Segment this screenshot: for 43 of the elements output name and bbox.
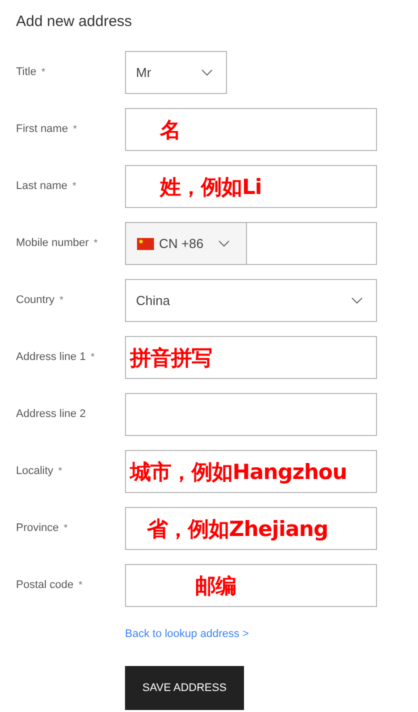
input-field[interactable] <box>125 393 377 436</box>
field-label: Country <box>16 293 55 308</box>
annotation-text: 邮编 <box>195 572 236 600</box>
field-label: Last name <box>16 179 68 194</box>
field-label: Address line 2 <box>16 407 86 422</box>
annotation-text: 省，例如Zhejiang <box>147 516 328 543</box>
field-label: Locality <box>16 464 54 480</box>
chevron-down-icon <box>351 297 363 304</box>
field-label: Postal code <box>16 578 74 594</box>
required-mark: * <box>72 123 77 137</box>
required-mark: * <box>64 522 68 536</box>
annotation-text: 城市，例如Hangzhou <box>130 458 347 486</box>
field-label: Title <box>16 65 36 80</box>
lookup-address-link[interactable]: Back to lookup address > <box>125 628 249 640</box>
field-label: Province <box>16 521 59 536</box>
required-mark: * <box>94 237 98 251</box>
form-heading: Add new address <box>16 12 133 32</box>
annotation-text: 名 <box>160 116 180 144</box>
required-mark: * <box>58 465 62 479</box>
annotation-text: 拼音拼写 <box>130 344 212 372</box>
required-mark: * <box>60 294 64 308</box>
chevron-down-icon <box>218 240 230 247</box>
required-mark: * <box>72 180 76 194</box>
save-address-button[interactable]: SAVE ADDRESS <box>125 666 244 710</box>
input-field[interactable]: 省，例如Zhejiang <box>125 507 377 550</box>
field-label: Mobile number <box>16 236 89 252</box>
required-mark: * <box>78 579 82 593</box>
input-field[interactable]: 姓，例如Li <box>125 165 377 208</box>
field-label: Address line 1 <box>16 350 86 366</box>
input-field[interactable]: 城市，例如Hangzhou <box>125 450 377 493</box>
annotation-text: 姓，例如Li <box>160 174 262 201</box>
input-field[interactable]: 邮编 <box>125 564 377 607</box>
field-label: First name <box>16 122 68 138</box>
flag-icon <box>137 238 154 250</box>
input-field[interactable]: 名 <box>125 108 377 151</box>
select-field[interactable]: Mr <box>125 51 227 94</box>
country-code-select[interactable]: CN +86 <box>125 222 247 265</box>
required-mark: * <box>41 66 46 80</box>
chevron-down-icon <box>201 69 213 76</box>
phone-input-field[interactable] <box>247 222 377 265</box>
select-field[interactable]: China <box>125 279 377 322</box>
input-field[interactable]: 拼音拼写 <box>125 336 377 379</box>
required-mark: * <box>90 351 95 365</box>
